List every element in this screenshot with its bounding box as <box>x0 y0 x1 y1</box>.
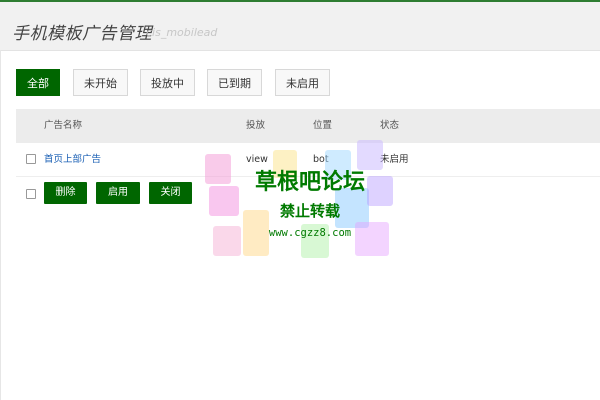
close-button[interactable]: 关闭 <box>149 182 192 204</box>
watermark-block <box>301 224 329 258</box>
column-header-name: 广告名称 <box>44 120 83 131</box>
bulk-actions: 删除 启用 关闭 <box>16 182 600 206</box>
tab-expired[interactable]: 已到期 <box>207 69 262 96</box>
page-subtitle: cis_mobilead <box>146 26 218 39</box>
tab-all[interactable]: 全部 <box>16 69 60 96</box>
tab-disabled[interactable]: 未启用 <box>275 69 330 96</box>
delete-button[interactable]: 删除 <box>44 182 87 204</box>
watermark-block <box>243 210 269 256</box>
table-row: 首页上部广告 view bot 未启用 <box>16 143 600 177</box>
watermark-block <box>355 222 389 256</box>
left-divider <box>0 50 1 400</box>
page-title: 手机模板广告管理 <box>12 24 152 44</box>
column-header-status: 状态 <box>380 120 400 131</box>
column-header-placement: 投放 <box>246 120 266 131</box>
ad-name-link[interactable]: 首页上部广告 <box>44 143 101 176</box>
row-checkbox[interactable] <box>26 154 36 164</box>
tab-not-started[interactable]: 未开始 <box>73 69 128 96</box>
ad-placement: view <box>246 154 268 165</box>
watermark-block <box>213 226 241 256</box>
ad-status: 未启用 <box>380 154 409 165</box>
tab-running[interactable]: 投放中 <box>140 69 195 96</box>
select-all-checkbox[interactable] <box>26 189 36 199</box>
ad-position: bot <box>313 154 329 165</box>
watermark-url: www.cgzz8.com <box>268 227 352 239</box>
table-header: 广告名称 投放 位置 状态 <box>16 109 600 143</box>
page-header: 手机模板广告管理 cis_mobilead <box>0 2 600 51</box>
column-header-position: 位置 <box>313 120 333 131</box>
enable-button[interactable]: 启用 <box>96 182 140 204</box>
